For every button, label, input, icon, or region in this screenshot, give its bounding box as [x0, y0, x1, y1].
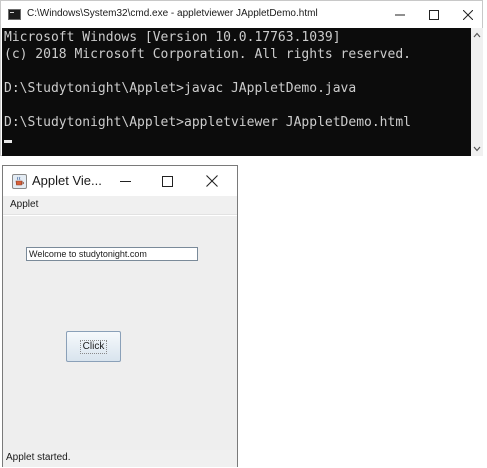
java-cup-icon	[12, 174, 27, 189]
cmd-window: C:\Windows\System32\cmd.exe - appletview…	[0, 0, 483, 156]
console-line: Microsoft Windows [Version 10.0.17763.10…	[4, 30, 341, 45]
menu-item-applet[interactable]: Applet	[10, 199, 38, 210]
welcome-text-field[interactable]: Welcome to studytonight.com	[26, 247, 198, 261]
console-icon	[8, 9, 21, 20]
applet-viewer-window: Applet Vie... Applet Welcome to studyton…	[2, 165, 238, 467]
cmd-titlebar[interactable]: C:\Windows\System32\cmd.exe - appletview…	[1, 1, 482, 29]
click-button[interactable]: Click	[66, 331, 121, 362]
close-icon	[463, 10, 473, 20]
applet-titlebar[interactable]: Applet Vie...	[3, 166, 237, 196]
applet-window-title: Applet Vie...	[32, 173, 102, 188]
console-cursor	[4, 140, 12, 143]
cmd-maximize-button[interactable]	[416, 1, 452, 29]
status-text: Applet started.	[6, 452, 71, 463]
chevron-down-icon	[473, 146, 481, 152]
minimize-icon	[119, 180, 131, 182]
console-line: D:\Studytonight\Applet>appletviewer JApp…	[4, 115, 411, 130]
cmd-minimize-button[interactable]	[382, 1, 418, 29]
scroll-down-button[interactable]	[471, 142, 483, 156]
console-line: D:\Studytonight\Applet>javac JAppletDemo…	[4, 81, 357, 96]
applet-maximize-button[interactable]	[147, 166, 187, 196]
cmd-close-button[interactable]	[450, 1, 486, 29]
cmd-window-title: C:\Windows\System32\cmd.exe - appletview…	[27, 8, 318, 19]
applet-content-area: Welcome to studytonight.com Click	[3, 216, 237, 450]
maximize-icon	[429, 10, 439, 20]
console-line: (c) 2018 Microsoft Corporation. All righ…	[4, 47, 411, 62]
cmd-scrollbar[interactable]	[471, 28, 483, 156]
click-button-label: Click	[79, 339, 108, 354]
close-icon	[206, 175, 218, 187]
maximize-icon	[161, 175, 173, 187]
cmd-console[interactable]: Microsoft Windows [Version 10.0.17763.10…	[2, 28, 471, 156]
minimize-icon	[395, 14, 405, 16]
scroll-up-button[interactable]	[471, 28, 483, 42]
applet-minimize-button[interactable]	[105, 166, 145, 196]
applet-status-bar: Applet started.	[3, 450, 237, 467]
applet-menubar: Applet	[3, 196, 237, 215]
chevron-up-icon	[473, 32, 481, 38]
applet-close-button[interactable]	[192, 166, 232, 196]
